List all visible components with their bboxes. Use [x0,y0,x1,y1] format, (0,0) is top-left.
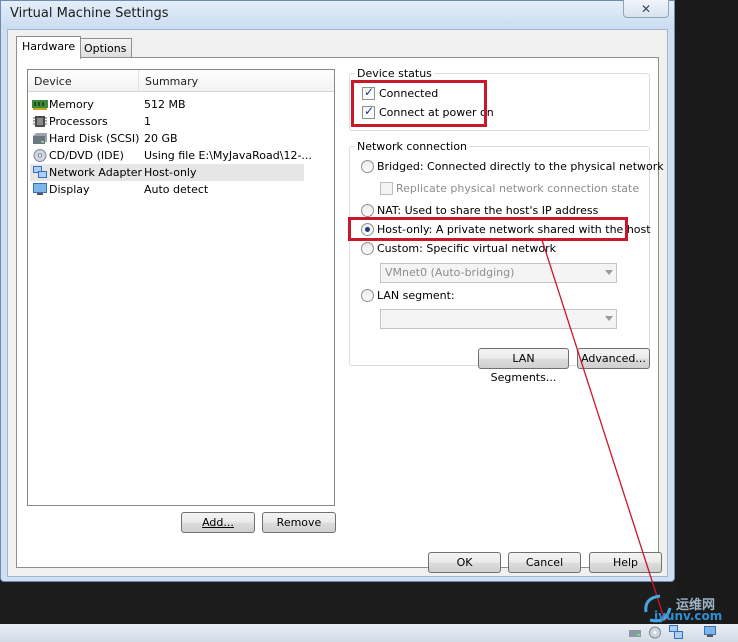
network-tray-icon[interactable] [668,625,684,640]
watermark-url: iyunv.com [654,609,723,623]
annotation-arrow [541,239,667,621]
tab-hardware[interactable]: Hardware [16,36,82,59]
hard-disk-tray-icon[interactable] [628,626,642,639]
cd-tray-icon[interactable] [648,626,662,639]
watermark: 运维网 iyunv.com [640,592,732,626]
taskbar [0,624,738,642]
display-tray-icon[interactable] [703,626,717,639]
